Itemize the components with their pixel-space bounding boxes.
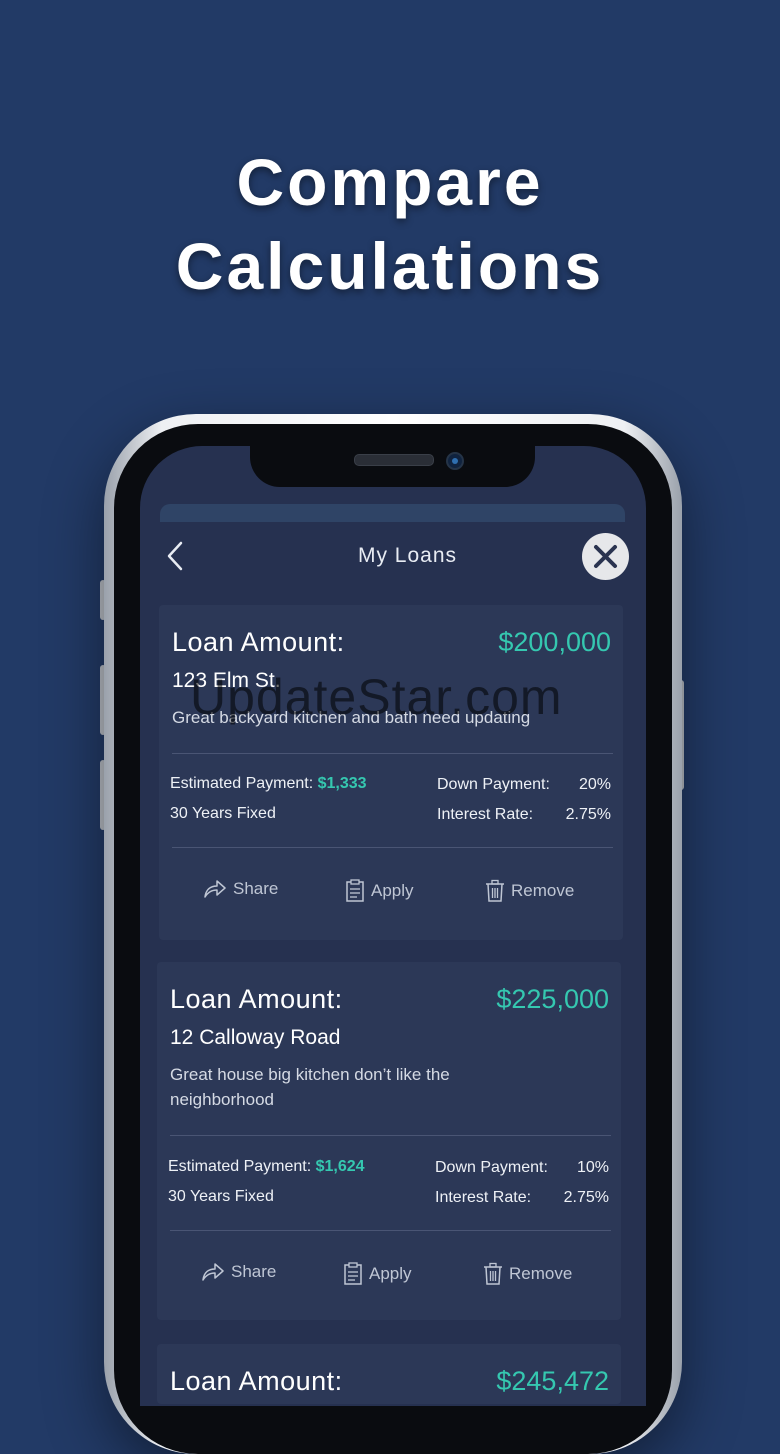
estimated-payment-value: $1,333 xyxy=(317,775,367,792)
loan-card[interactable]: Loan Amount: $245,472 xyxy=(157,1344,621,1404)
interest-rate-value: 2.75% xyxy=(565,806,611,823)
loan-address: 12 Calloway Road xyxy=(170,1026,341,1049)
remove-label: Remove xyxy=(509,1264,573,1283)
share-icon xyxy=(204,880,226,898)
loan-card[interactable]: Loan Amount: $200,000 123 Elm St. Great … xyxy=(159,605,623,940)
remove-label: Remove xyxy=(511,881,575,900)
apply-button[interactable]: Apply xyxy=(345,879,414,903)
share-icon xyxy=(202,1263,224,1281)
watermark: UpdateStar.com xyxy=(190,669,563,725)
loan-amount-value: $245,472 xyxy=(496,1366,609,1396)
loan-amount-value: $200,000 xyxy=(498,627,611,657)
loan-amount-value: $225,000 xyxy=(496,984,609,1014)
estimated-payment-label: Estimated Payment: xyxy=(170,775,314,792)
remove-button[interactable]: Remove xyxy=(485,879,574,903)
chevron-left-icon[interactable] xyxy=(163,540,193,572)
apply-label: Apply xyxy=(371,881,414,900)
divider xyxy=(172,847,613,848)
loan-amount-label: Loan Amount: xyxy=(172,627,345,657)
estimated-payment-label: Estimated Payment: xyxy=(168,1158,312,1175)
interest-rate-value: 2.75% xyxy=(563,1189,609,1206)
share-button[interactable]: Share xyxy=(201,1262,276,1282)
trash-icon xyxy=(484,1262,502,1285)
share-label: Share xyxy=(233,879,279,898)
document-icon xyxy=(346,879,364,902)
share-button[interactable]: Share xyxy=(203,879,278,899)
remove-button[interactable]: Remove xyxy=(483,1262,572,1286)
loan-term: 30 Years Fixed xyxy=(168,1188,274,1205)
divider xyxy=(172,753,613,754)
down-payment-label: Down Payment: xyxy=(435,1159,548,1176)
apply-label: Apply xyxy=(369,1264,412,1283)
loan-notes: Great house big kitchen don’t like the n… xyxy=(170,1065,450,1109)
estimated-payment-value: $1,624 xyxy=(315,1158,365,1175)
apply-button[interactable]: Apply xyxy=(343,1262,412,1286)
interest-rate-label: Interest Rate: xyxy=(437,806,534,823)
document-icon xyxy=(344,1262,362,1285)
headline-line-2: Calculations xyxy=(175,229,605,303)
down-payment-label: Down Payment: xyxy=(437,776,550,793)
estimated-payment: Estimated Payment: $1,333 xyxy=(170,775,367,793)
share-label: Share xyxy=(231,1262,277,1281)
trash-icon xyxy=(486,879,504,902)
top-strip xyxy=(160,504,625,522)
estimated-payment: Estimated Payment: $1,624 xyxy=(168,1158,365,1176)
loan-card[interactable]: Loan Amount: $225,000 12 Calloway Road G… xyxy=(157,962,621,1320)
down-payment-value: 20% xyxy=(578,776,611,793)
loan-amount-label: Loan Amount: xyxy=(170,1366,343,1396)
headline-line-1: Compare xyxy=(236,145,544,219)
interest-rate-label: Interest Rate: xyxy=(435,1189,532,1206)
headline: Compare Calculations xyxy=(0,140,780,308)
divider xyxy=(170,1135,611,1136)
close-icon xyxy=(594,545,617,568)
down-payment-value: 10% xyxy=(576,1159,609,1176)
loan-amount-label: Loan Amount: xyxy=(170,984,343,1014)
loan-term: 30 Years Fixed xyxy=(170,805,276,822)
divider xyxy=(170,1230,611,1231)
close-button[interactable] xyxy=(582,533,629,580)
phone-speaker xyxy=(354,454,434,466)
nav-title: My Loans xyxy=(357,544,458,567)
camera-icon xyxy=(446,452,464,470)
